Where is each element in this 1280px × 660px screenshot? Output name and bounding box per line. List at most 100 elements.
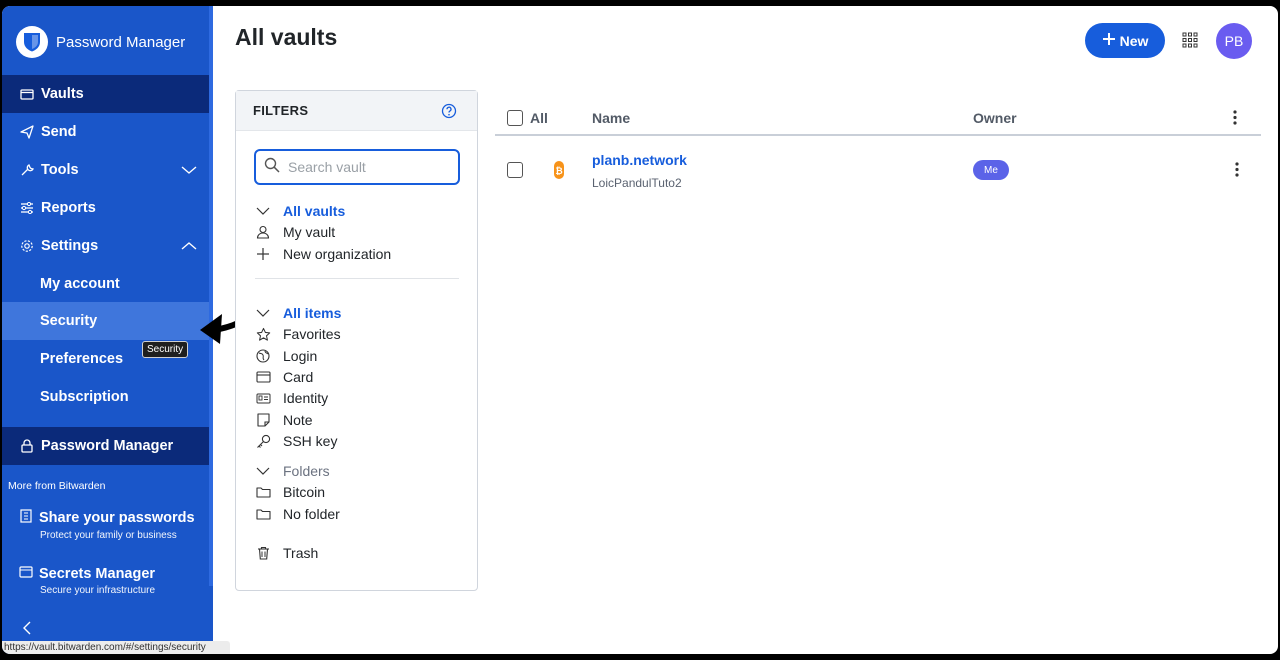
search-input[interactable] — [288, 159, 448, 175]
filter-label: Folders — [283, 463, 330, 479]
filter-all-items[interactable]: All items — [255, 305, 341, 321]
status-bar-url: https://vault.bitwarden.com/#/settings/s… — [2, 641, 230, 654]
filter-label: SSH key — [283, 433, 338, 449]
filter-note[interactable]: Note — [255, 412, 313, 428]
filter-all-vaults[interactable]: All vaults — [255, 203, 345, 219]
product-switcher-password-manager[interactable]: Password Manager — [2, 427, 213, 465]
sidebar-item-reports[interactable]: Reports — [2, 189, 213, 227]
sidebar-item-label: My account — [40, 276, 120, 292]
filter-trash[interactable]: Trash — [255, 545, 318, 561]
filter-label: Favorites — [283, 326, 341, 342]
row-checkbox[interactable] — [507, 162, 523, 178]
filter-favorites[interactable]: Favorites — [255, 326, 341, 342]
col-name[interactable]: Name — [592, 110, 630, 126]
filter-label: All items — [283, 305, 342, 321]
chevron-down-icon — [255, 203, 271, 219]
item-name-link[interactable]: planb.network — [592, 152, 687, 168]
note-icon — [255, 412, 271, 428]
user-icon — [255, 224, 271, 240]
filter-label: Bitcoin — [283, 484, 326, 500]
new-button[interactable]: New — [1085, 23, 1165, 58]
promo-title: Secrets Manager — [39, 566, 156, 582]
col-all: All — [530, 110, 548, 126]
filter-folders-header[interactable]: Folders — [255, 463, 330, 479]
folder-icon — [255, 506, 271, 522]
key-icon — [255, 433, 271, 449]
credit-card-icon — [255, 369, 271, 385]
filter-identity[interactable]: Identity — [255, 390, 328, 406]
brand-name: Password Manager — [56, 33, 186, 51]
avatar[interactable]: PB — [1216, 23, 1252, 59]
sidebar-item-send[interactable]: Send — [2, 113, 213, 151]
item-username: LoicPandulTuto2 — [592, 176, 682, 190]
chevron-down-icon — [255, 463, 271, 479]
promo-share-passwords[interactable]: Share your passwords Protect your family… — [19, 509, 195, 541]
sidebar-item-label: Reports — [41, 200, 96, 216]
apps-grid-icon[interactable] — [1182, 32, 1198, 53]
filter-label: My vault — [283, 224, 336, 240]
more-options-icon[interactable] — [1233, 110, 1237, 130]
plus-icon — [255, 246, 271, 262]
sliders-icon — [19, 200, 35, 216]
id-card-icon — [255, 390, 271, 406]
filter-label: All vaults — [283, 203, 346, 219]
folder-icon — [255, 484, 271, 500]
lock-icon — [19, 438, 35, 454]
plus-icon — [1102, 32, 1116, 49]
sidebar-item-my-account[interactable]: My account — [2, 265, 213, 303]
chevron-down-icon — [255, 305, 271, 321]
promo-secrets-manager[interactable]: Secrets Manager Secure your infrastructu… — [19, 566, 155, 596]
filter-my-vault[interactable]: My vault — [255, 224, 335, 240]
promo-subtitle: Secure your infrastructure — [40, 585, 156, 596]
filter-label: Note — [283, 412, 313, 428]
filter-label: Login — [283, 348, 318, 364]
filter-label: No folder — [283, 506, 340, 522]
table-header: All Name Owner — [495, 99, 1261, 136]
secrets-manager-icon — [19, 566, 33, 582]
search-field[interactable] — [254, 149, 460, 185]
sidebar-item-subscription[interactable]: Subscription — [2, 378, 213, 416]
select-all-checkbox[interactable] — [507, 110, 523, 126]
vault-icon — [19, 86, 35, 102]
sidebar-item-label: Preferences — [40, 351, 124, 367]
bitwarden-shield-icon — [16, 26, 48, 58]
svg-text:₿: ₿ — [555, 166, 562, 177]
sidebar-item-label: Subscription — [40, 389, 129, 405]
more-from-label: More from Bitwarden — [8, 480, 106, 492]
tooltip: Security — [142, 341, 189, 358]
chevron-left-icon[interactable] — [22, 620, 32, 641]
sidebar-item-tools[interactable]: Tools — [2, 151, 213, 189]
filter-login[interactable]: Login — [255, 348, 317, 364]
help-icon[interactable] — [441, 103, 457, 124]
app-window: Password Manager Vaults Send Tools Repor… — [2, 6, 1278, 654]
sidebar-item-label: Security — [40, 313, 98, 329]
sidebar-item-label: Settings — [41, 238, 99, 254]
bitcoin-icon: ₿ — [553, 160, 565, 185]
filter-label: Card — [283, 369, 314, 385]
sidebar-item-security[interactable]: Security — [2, 302, 213, 340]
product-switcher-label: Password Manager — [41, 438, 174, 454]
sidebar-item-settings[interactable]: Settings — [2, 227, 213, 265]
col-owner[interactable]: Owner — [973, 110, 1017, 126]
filter-folder-none[interactable]: No folder — [255, 506, 340, 522]
filter-card[interactable]: Card — [255, 369, 313, 385]
page-title: All vaults — [235, 24, 338, 50]
sidebar: Password Manager Vaults Send Tools Repor… — [2, 6, 213, 654]
filter-label: New organization — [283, 246, 392, 262]
filter-new-organization[interactable]: New organization — [255, 246, 391, 262]
chevron-down-icon — [181, 163, 197, 179]
sidebar-item-label: Send — [41, 124, 77, 140]
sidebar-item-label: Tools — [41, 162, 79, 178]
filters-panel: FILTERS All vaults My vault New organiza… — [235, 90, 478, 591]
sidebar-item-vaults[interactable]: Vaults — [2, 75, 213, 113]
gear-icon — [19, 238, 35, 254]
promo-subtitle: Protect your family or business — [40, 530, 177, 541]
brand[interactable]: Password Manager — [16, 26, 185, 58]
filter-folder-bitcoin[interactable]: Bitcoin — [255, 484, 325, 500]
wrench-icon — [19, 162, 35, 178]
filter-ssh-key[interactable]: SSH key — [255, 433, 337, 449]
globe-icon — [255, 348, 271, 364]
filter-label: Trash — [283, 545, 319, 561]
send-icon — [19, 124, 35, 140]
more-options-icon[interactable] — [1235, 162, 1239, 182]
